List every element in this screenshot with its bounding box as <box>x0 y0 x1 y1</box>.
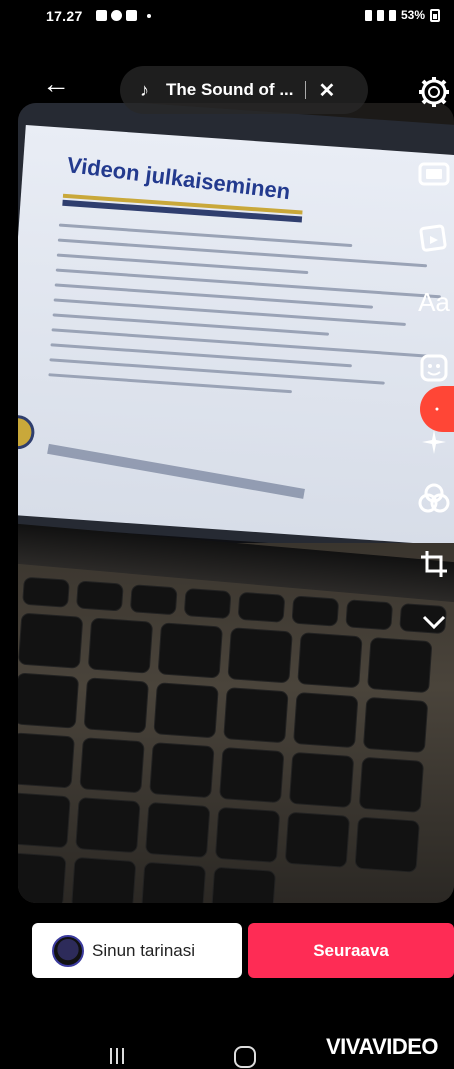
lions-logo <box>18 414 36 451</box>
mute-icon <box>376 9 384 21</box>
text-tool-label: Aa <box>418 286 450 317</box>
document-page: Videon julkaiseminen <box>18 125 454 547</box>
video-preview[interactable]: Videon julkaiseminen <box>18 103 454 903</box>
more-notifications-icon <box>147 14 151 18</box>
chevron-down-icon[interactable] <box>416 604 452 640</box>
status-bar: 17.27 53% <box>0 0 454 36</box>
avatar <box>52 934 84 967</box>
filters-icon[interactable] <box>416 480 452 516</box>
text-icon[interactable]: Aa <box>416 284 452 320</box>
laptop-keyboard <box>18 523 454 903</box>
vivavideo-watermark: VIVAVIDEO <box>326 1034 439 1059</box>
template-icon[interactable] <box>416 156 452 192</box>
crop-icon[interactable] <box>416 546 452 582</box>
video-icon <box>96 10 107 21</box>
battery-icon <box>430 8 440 22</box>
home-nav-icon[interactable] <box>234 1046 256 1068</box>
emoji-icon[interactable] <box>416 350 452 386</box>
sparkle-icon[interactable] <box>416 424 452 460</box>
battery-percent: 53% <box>400 8 425 22</box>
whatsapp-icon <box>111 10 122 21</box>
system-status: 53% <box>364 8 440 22</box>
back-arrow-icon[interactable]: ← <box>42 70 72 100</box>
signal-icon <box>388 9 396 21</box>
sound-title: The Sound of ... <box>166 80 294 99</box>
record-indicator-icon: ● <box>434 405 440 413</box>
music-note-icon: ♪ <box>140 79 149 100</box>
close-icon[interactable]: ✕ <box>318 78 336 103</box>
document-footer <box>47 443 305 499</box>
your-story-label: Sinun tarinasi <box>92 940 196 960</box>
notification-icons <box>96 10 151 21</box>
pill-divider <box>305 81 307 99</box>
keyboard-keys <box>18 576 454 903</box>
gallery-icon <box>126 10 137 21</box>
gear-icon[interactable] <box>416 74 452 110</box>
your-story-button[interactable]: Sinun tarinasi <box>32 923 242 978</box>
recents-nav-icon[interactable] <box>110 1048 128 1064</box>
sticker-icon[interactable] <box>416 220 452 256</box>
document-text-lines <box>48 223 454 418</box>
sound-selector[interactable]: ♪ The Sound of ... ✕ <box>120 66 368 114</box>
next-button[interactable]: Seuraava <box>248 923 454 978</box>
alarm-icon <box>364 9 372 21</box>
status-time: 17.27 <box>46 8 83 24</box>
